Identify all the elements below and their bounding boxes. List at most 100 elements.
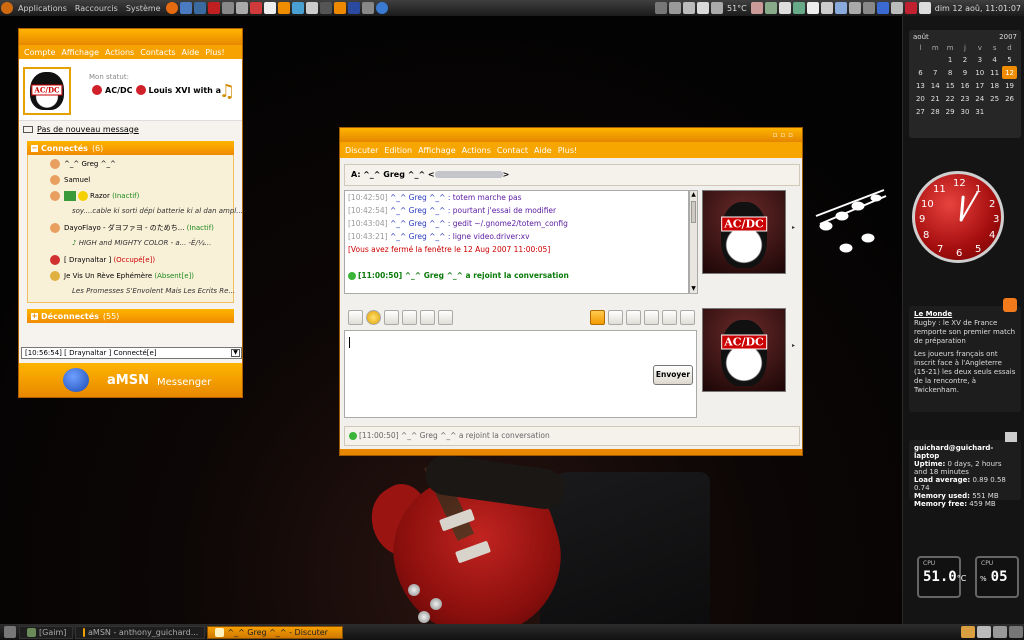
- tray-icon[interactable]: [834, 2, 847, 14]
- wink-icon[interactable]: [420, 310, 435, 325]
- calendar-day[interactable]: 31: [972, 105, 987, 118]
- share-icon[interactable]: [644, 310, 659, 325]
- no-new-mail-link[interactable]: Pas de nouveau message: [37, 125, 139, 134]
- news-item[interactable]: Rugby : le XV de France remporte son pre…: [914, 319, 1016, 346]
- calendar-day[interactable]: 17: [972, 79, 987, 92]
- my-status[interactable]: AC/DC Louis XVI with a: [89, 85, 221, 95]
- menu-contacts[interactable]: Contacts: [137, 48, 178, 57]
- calendar-day[interactable]: 8: [943, 66, 958, 79]
- tray-icon[interactable]: [778, 2, 791, 14]
- tray-icon[interactable]: [654, 2, 667, 14]
- volume-icon[interactable]: [890, 2, 903, 14]
- webcam-icon[interactable]: [662, 310, 677, 325]
- collapse-arrow-icon[interactable]: ▸: [792, 224, 795, 231]
- message-input[interactable]: [344, 330, 697, 418]
- font-icon[interactable]: [348, 310, 363, 325]
- calendar-day[interactable]: 25: [987, 92, 1002, 105]
- contact-item[interactable]: Samuel: [50, 175, 90, 185]
- menu-edition[interactable]: Edition: [381, 146, 415, 155]
- chat-titlebar[interactable]: ▫▫▫: [340, 128, 802, 142]
- tray-icon[interactable]: [904, 2, 917, 14]
- calendar-day[interactable]: [913, 53, 928, 66]
- invite-icon[interactable]: [626, 310, 641, 325]
- news-item[interactable]: Les joueurs français ont inscrit face à …: [914, 350, 1016, 395]
- trash-icon[interactable]: [1009, 626, 1023, 638]
- menu-actions[interactable]: Actions: [102, 48, 137, 57]
- send-file-icon[interactable]: [402, 310, 417, 325]
- ubuntu-logo-icon[interactable]: [1, 2, 13, 14]
- contact-item[interactable]: DayoFlayo - ダヨファヨ - のためち... (Inactif): [50, 223, 214, 233]
- menu-discuter[interactable]: Discuter: [342, 146, 381, 155]
- voice-clip-icon[interactable]: [384, 310, 399, 325]
- calendar-day[interactable]: [1002, 105, 1017, 118]
- calendar-day[interactable]: 26: [1002, 92, 1017, 105]
- smiley-icon[interactable]: [366, 310, 381, 325]
- tray-icon[interactable]: [668, 2, 681, 14]
- calendar-day[interactable]: 27: [913, 105, 928, 118]
- send-button[interactable]: Envoyer: [653, 365, 693, 385]
- network-signal-icon[interactable]: [918, 2, 931, 14]
- conversation-history[interactable]: [10:42:50] ^_^ Greg ^_^ : totem marche p…: [344, 190, 689, 294]
- menu-affichage[interactable]: Affichage: [415, 146, 459, 155]
- mail-notice[interactable]: Pas de nouveau message: [19, 121, 242, 137]
- calendar-day[interactable]: 6: [913, 66, 928, 79]
- menu-actions[interactable]: Actions: [459, 146, 494, 155]
- launcher-icon[interactable]: [249, 2, 262, 14]
- calendar-day[interactable]: 19: [1002, 79, 1017, 92]
- rss-icon[interactable]: [1003, 298, 1017, 312]
- calendar-day[interactable]: 20: [913, 92, 928, 105]
- calendar-day-today[interactable]: 12: [1002, 66, 1017, 79]
- calendar-day[interactable]: 15: [943, 79, 958, 92]
- menu-affichage[interactable]: Affichage: [58, 48, 102, 57]
- launcher-icon[interactable]: [375, 2, 388, 14]
- tray-icon[interactable]: [696, 2, 709, 14]
- contact-item[interactable]: ^_^ Greg ^_^: [50, 159, 116, 169]
- news-source[interactable]: Le Monde: [914, 310, 1016, 319]
- contact-item[interactable]: Razor (Inactif): [50, 191, 139, 201]
- tray-icon[interactable]: [764, 2, 777, 14]
- calendar-day[interactable]: 1: [943, 53, 958, 66]
- tray-icon[interactable]: [792, 2, 805, 14]
- tray-icon[interactable]: [682, 2, 695, 14]
- menu-contact[interactable]: Contact: [494, 146, 531, 155]
- print-icon[interactable]: [608, 310, 623, 325]
- contact-item[interactable]: Je Vis Un Rève Ephémère (Absent[e]): [50, 271, 194, 281]
- my-avatar[interactable]: AC/DC: [23, 67, 71, 115]
- workspace-icon[interactable]: [961, 626, 975, 638]
- launcher-icon[interactable]: [193, 2, 206, 14]
- clock-datetime[interactable]: dim 12 aoû, 11:01:07: [932, 4, 1024, 13]
- contact-window-titlebar[interactable]: [19, 29, 242, 45]
- menu-aide[interactable]: Aide: [179, 48, 203, 57]
- bluetooth-icon[interactable]: [876, 2, 889, 14]
- launcher-icon[interactable]: [305, 2, 318, 14]
- calendar-day[interactable]: 3: [972, 53, 987, 66]
- calendar-day[interactable]: 16: [958, 79, 973, 92]
- tray-icon[interactable]: [820, 2, 833, 14]
- my-display-picture[interactable]: AC/DC: [702, 308, 786, 392]
- history-scrollbar[interactable]: ▲ ▼: [689, 190, 698, 294]
- launcher-icon[interactable]: [361, 2, 374, 14]
- calendar-day[interactable]: 22: [943, 92, 958, 105]
- launcher-icon[interactable]: [347, 2, 360, 14]
- menu-aide[interactable]: Aide: [531, 146, 555, 155]
- group-offline-header[interactable]: + Déconnectés (55): [27, 309, 234, 323]
- taskbar-item-active[interactable]: ^_^ Greg ^_^ - Discuter: [207, 625, 344, 639]
- launcher-icon[interactable]: [207, 2, 220, 14]
- launcher-icon[interactable]: [291, 2, 304, 14]
- dropdown-arrow-icon[interactable]: ▼: [231, 349, 240, 357]
- calendar-day[interactable]: 14: [928, 79, 943, 92]
- launcher-icon[interactable]: [179, 2, 192, 14]
- tray-icon[interactable]: [862, 2, 875, 14]
- collapse-arrow-icon[interactable]: ▸: [792, 342, 795, 349]
- event-log-dropdown[interactable]: [10:56:54] [ Draynaltar ] Connecté[e] ▼: [21, 347, 242, 359]
- tray-icon[interactable]: [848, 2, 861, 14]
- calendar-day[interactable]: 29: [943, 105, 958, 118]
- tray-icon[interactable]: [806, 2, 819, 14]
- expand-icon[interactable]: +: [31, 312, 38, 320]
- show-desktop-icon[interactable]: [4, 626, 16, 638]
- block-icon[interactable]: [590, 310, 605, 325]
- calendar-day[interactable]: [928, 53, 943, 66]
- collapse-icon[interactable]: −: [31, 144, 38, 152]
- calendar-day[interactable]: 23: [958, 92, 973, 105]
- scroll-up-icon[interactable]: ▲: [690, 191, 697, 199]
